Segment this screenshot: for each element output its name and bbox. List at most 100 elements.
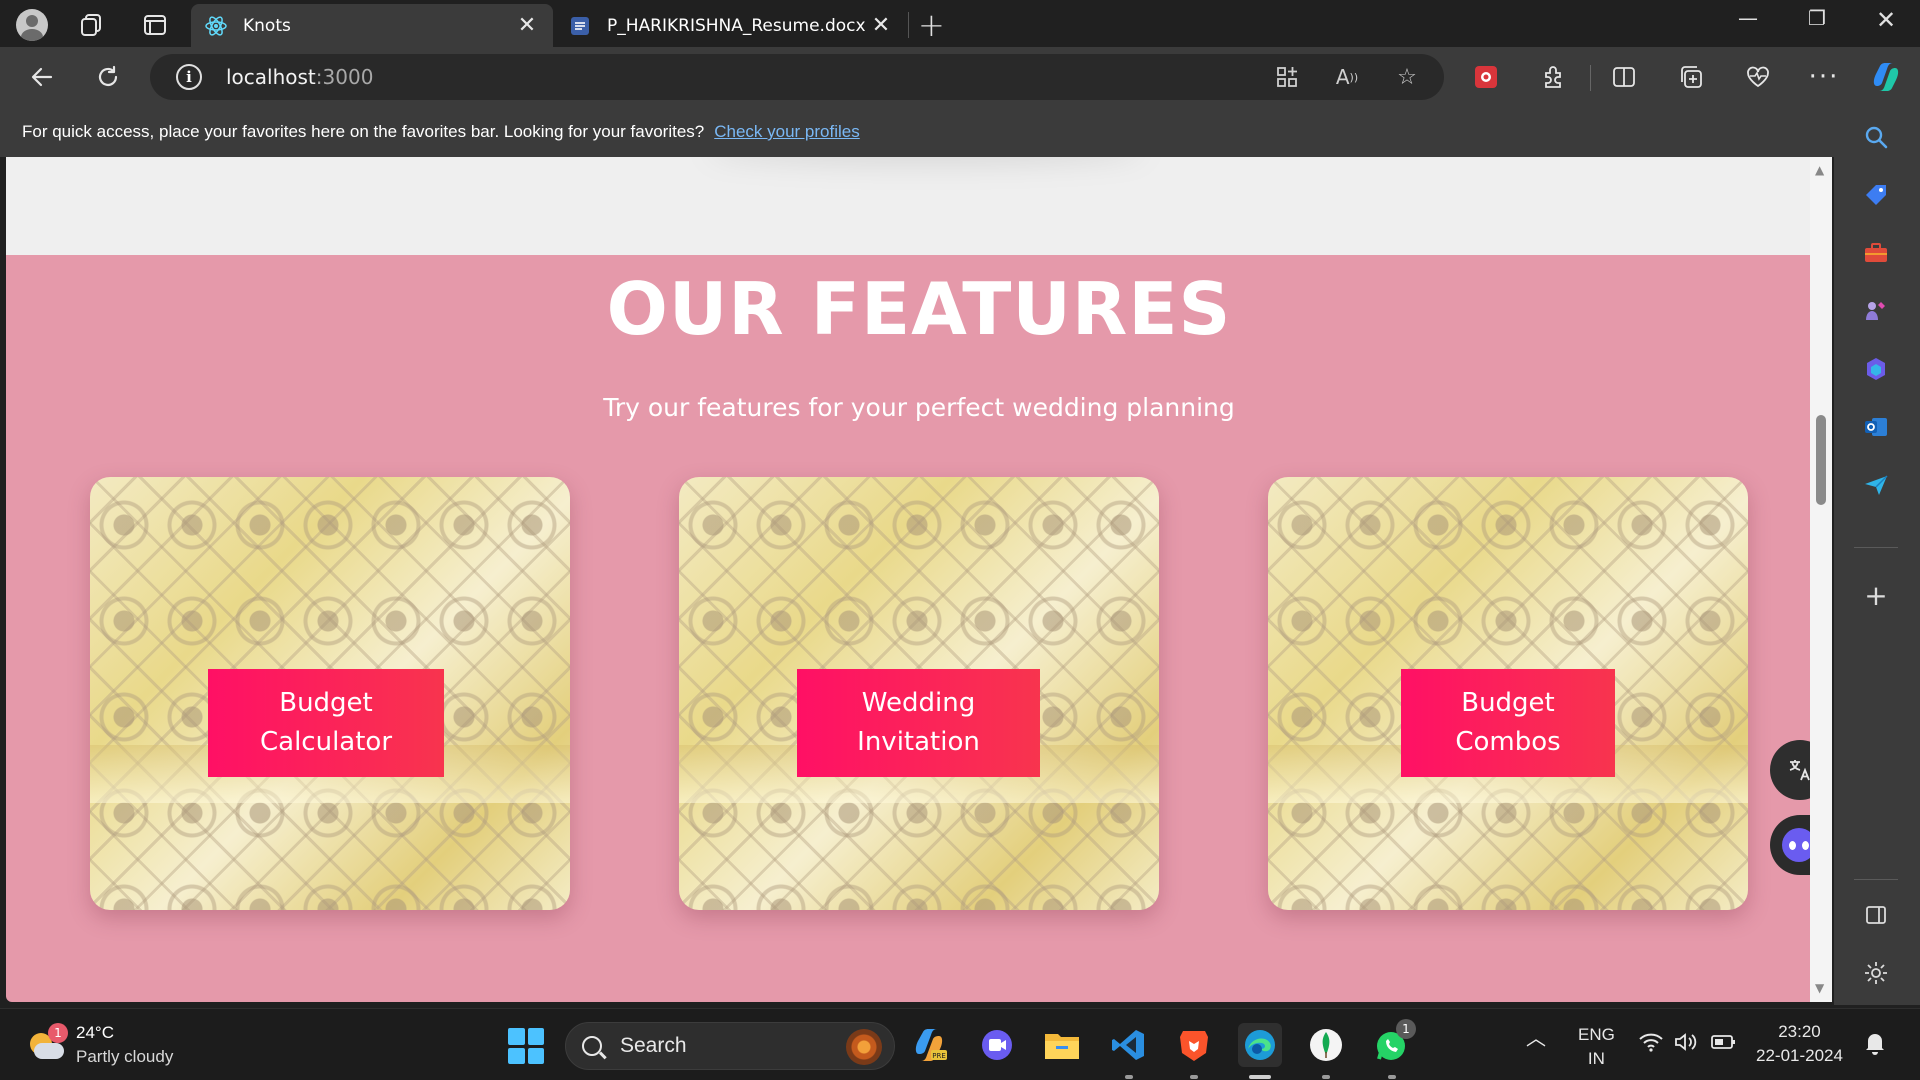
split-screen-icon[interactable] — [1606, 59, 1642, 95]
microsoft-365-icon[interactable] — [1858, 351, 1894, 387]
word-doc-icon — [569, 15, 591, 37]
file-explorer-icon[interactable] — [1040, 1023, 1084, 1067]
windows-start-icon[interactable] — [508, 1028, 544, 1064]
scroll-up-icon[interactable]: ▲ — [1815, 163, 1824, 177]
wifi-icon[interactable] — [1638, 1031, 1664, 1060]
address-bar[interactable]: i localhost:3000 A)) ☆ — [150, 54, 1444, 100]
shopping-tag-icon[interactable] — [1858, 177, 1894, 213]
search-highlight-icon — [846, 1029, 882, 1065]
weather-temp: 24°C — [76, 1023, 114, 1042]
close-tab-icon[interactable]: ✕ — [869, 13, 893, 38]
tab-separator — [908, 12, 909, 38]
tab-title: P_HARIKRISHNA_Resume.docx - — [607, 15, 869, 36]
tab-strip: Knots ✕ P_HARIKRISHNA_Resume.docx - ✕ + … — [0, 0, 1920, 47]
whatsapp-badge: 1 — [1396, 1019, 1416, 1039]
search-label: Search — [620, 1034, 687, 1057]
teams-chat-icon[interactable] — [975, 1023, 1019, 1067]
close-window-button[interactable]: ✕ — [1866, 6, 1906, 34]
tab-knots[interactable]: Knots ✕ — [191, 4, 553, 47]
reload-button[interactable] — [90, 59, 126, 95]
clock-time: 23:20 — [1778, 1022, 1821, 1041]
whatsapp-icon[interactable]: 1 — [1370, 1019, 1416, 1067]
search-icon[interactable] — [1858, 119, 1894, 155]
mongodb-compass-icon[interactable] — [1304, 1023, 1348, 1067]
notifications-bell-icon[interactable] — [1864, 1031, 1886, 1062]
scrollbar-thumb[interactable] — [1816, 415, 1826, 505]
avatar-icon — [16, 9, 48, 41]
add-sidebar-app-icon[interactable]: + — [1858, 577, 1894, 613]
active-app-indicator — [1249, 1075, 1271, 1079]
check-profiles-link[interactable]: Check your profiles — [714, 122, 860, 142]
send-drop-icon[interactable] — [1858, 467, 1894, 503]
clock-date: 22-01-2024 — [1756, 1046, 1843, 1065]
favorite-star-icon[interactable]: ☆ — [1392, 62, 1422, 92]
app-available-icon[interactable] — [1272, 62, 1302, 92]
url-text[interactable]: localhost:3000 — [226, 65, 373, 89]
weather-condition: Partly cloudy — [76, 1047, 174, 1066]
close-tab-icon[interactable]: ✕ — [515, 13, 539, 38]
back-arrow-icon — [31, 67, 53, 87]
games-icon[interactable] — [1858, 293, 1894, 329]
tab-resume[interactable]: P_HARIKRISHNA_Resume.docx - ✕ — [555, 4, 907, 47]
svg-text:PRE: PRE — [932, 1052, 946, 1060]
favorites-bar-message: For quick access, place your favorites h… — [22, 122, 705, 141]
browser-essentials-icon[interactable] — [1740, 59, 1776, 95]
feature-card-wedding-invitation: Wedding Invitation — [679, 477, 1159, 910]
partly-cloudy-icon: 1 — [26, 1023, 68, 1063]
weather-widget[interactable]: 1 24°C Partly cloudy — [26, 1021, 173, 1069]
back-button[interactable] — [24, 59, 60, 95]
language-indicator[interactable]: ENG IN — [1578, 1023, 1615, 1071]
volume-icon[interactable] — [1673, 1031, 1699, 1060]
feature-card-budget-combos: Budget Combos — [1268, 477, 1748, 910]
read-aloud-icon[interactable]: A)) — [1332, 62, 1362, 92]
new-tab-button[interactable]: + — [918, 6, 945, 44]
feature-card-budget-calculator: Budget Calculator — [90, 477, 570, 910]
outlook-icon[interactable] — [1858, 409, 1894, 445]
restore-button[interactable]: ❐ — [1797, 6, 1837, 30]
reload-icon — [98, 65, 118, 86]
navbar-strip — [6, 157, 1832, 255]
collections-icon[interactable] — [1673, 59, 1709, 95]
running-indicator — [1322, 1075, 1330, 1079]
weather-badge: 1 — [48, 1023, 68, 1043]
clock[interactable]: 23:20 22-01-2024 — [1756, 1020, 1843, 1068]
site-info-icon[interactable]: i — [176, 64, 202, 90]
features-subheading: Try our features for your perfect weddin… — [603, 393, 1235, 422]
page-scrollbar[interactable]: ▲ ▼ — [1810, 157, 1832, 1002]
profile-avatar-button[interactable] — [15, 8, 49, 42]
tab-title: Knots — [243, 15, 291, 36]
budget-calculator-button[interactable]: Budget Calculator — [208, 669, 444, 777]
taskbar-search-box[interactable]: Search — [565, 1022, 895, 1070]
search-icon — [582, 1036, 602, 1056]
hide-sidebar-icon[interactable] — [1858, 897, 1894, 933]
toolbar-divider — [1590, 65, 1591, 91]
wedding-invitation-button[interactable]: Wedding Invitation — [797, 669, 1040, 777]
extension-red-icon[interactable] — [1468, 59, 1504, 95]
react-icon — [205, 15, 227, 37]
battery-icon[interactable] — [1710, 1031, 1738, 1060]
tab-actions-button[interactable] — [138, 8, 172, 42]
windows-taskbar: 1 24°C Partly cloudy Search PRE 1 ︿ ENG … — [0, 1008, 1920, 1080]
budget-combos-button[interactable]: Budget Combos — [1401, 669, 1615, 777]
brave-browser-icon[interactable] — [1172, 1023, 1216, 1067]
edge-sidebar: + — [1834, 107, 1920, 1005]
edge-browser-icon[interactable] — [1238, 1023, 1282, 1067]
workspaces-button[interactable] — [75, 8, 109, 42]
scroll-down-icon[interactable]: ▼ — [1815, 981, 1824, 995]
running-indicator — [1190, 1075, 1198, 1079]
workspaces-icon — [81, 14, 101, 36]
running-indicator — [1388, 1075, 1396, 1079]
vscode-icon[interactable] — [1106, 1023, 1150, 1067]
sidebar-divider — [1854, 879, 1898, 880]
copilot-preview-icon[interactable]: PRE — [908, 1023, 952, 1067]
show-hidden-icons-chevron-icon[interactable]: ︿ — [1526, 1027, 1546, 1051]
extensions-puzzle-icon[interactable] — [1535, 59, 1571, 95]
sidebar-settings-icon[interactable] — [1858, 955, 1894, 991]
tools-briefcase-icon[interactable] — [1858, 235, 1894, 271]
features-heading: OUR FEATURES — [606, 267, 1232, 351]
copilot-icon[interactable] — [1868, 59, 1904, 95]
tab-actions-icon — [144, 15, 166, 35]
running-indicator — [1125, 1075, 1133, 1079]
settings-more-icon[interactable]: ··· — [1806, 59, 1842, 95]
minimize-button[interactable]: — — [1728, 6, 1768, 30]
